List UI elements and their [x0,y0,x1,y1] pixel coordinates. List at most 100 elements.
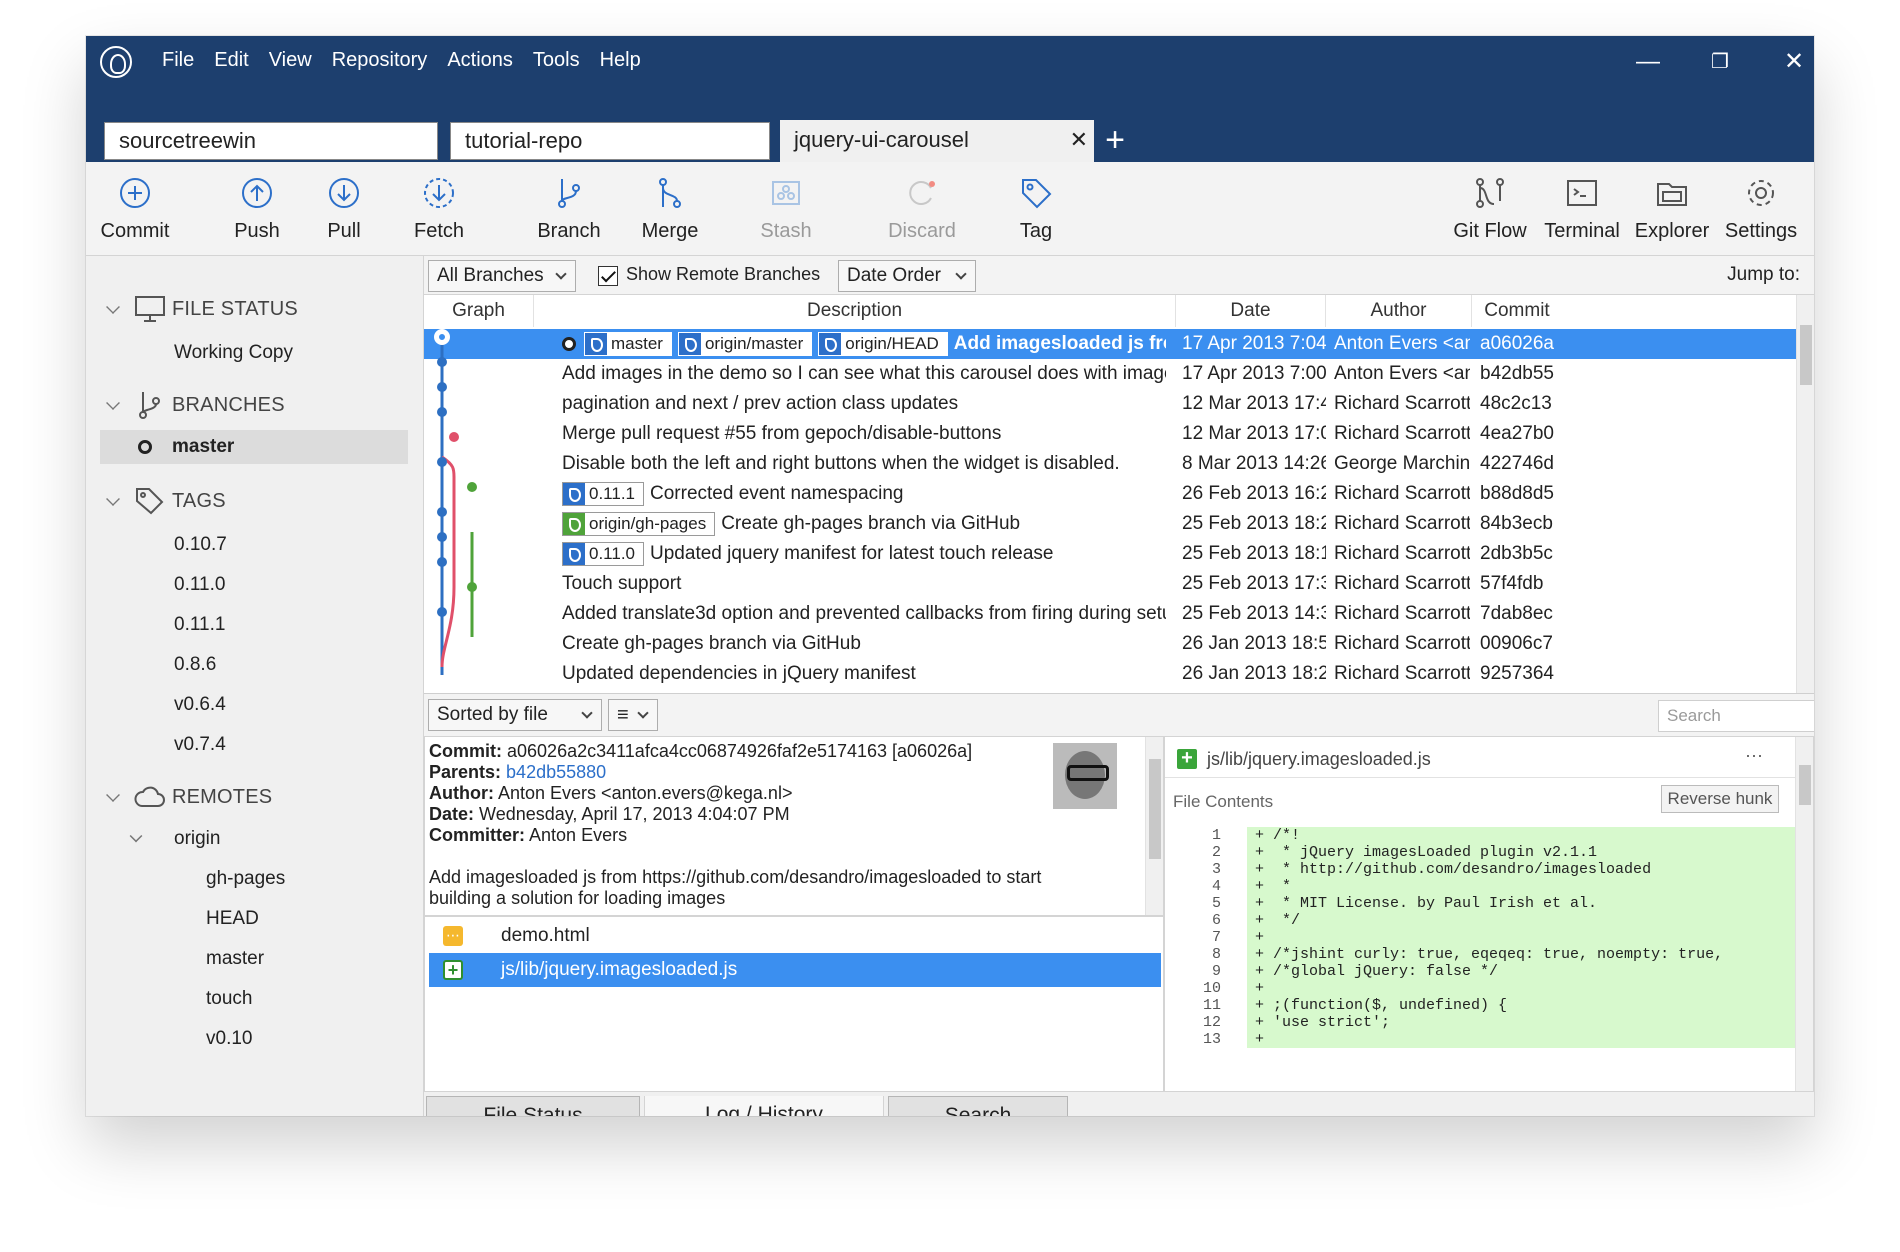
file-row-demo-html[interactable]: ⋯ demo.html [429,919,1161,953]
diff-line[interactable]: 10 + [1165,980,1797,997]
menu-repository[interactable]: Repository [322,49,438,72]
scrollbar-thumb[interactable] [1149,759,1161,859]
diff-line[interactable]: 3 + * http://github.com/desandro/imageslo… [1165,861,1797,878]
diff-line[interactable]: 6 + */ [1165,912,1797,929]
diff-line[interactable]: 11 + ;(function($, undefined) { [1165,997,1797,1014]
branch-label-chip[interactable]: master [584,331,672,356]
order-dropdown[interactable]: Date Order [838,260,976,292]
table-row[interactable]: Merge pull request #55 from gepoch/disab… [424,419,1796,449]
column-header-description[interactable]: Description [534,295,1176,327]
chevron-down-icon[interactable] [106,788,120,802]
branches-dropdown[interactable]: All Branches [428,260,576,292]
table-row[interactable]: origin/gh-pages Create gh-pages branch vi… [424,509,1796,539]
parent-commit-link[interactable]: b42db55880 [506,762,606,782]
table-row[interactable]: Touch support 25 Feb 2013 17:32 Richard Sc… [424,569,1796,599]
branch-label-chip[interactable]: origin/HEAD [818,331,948,356]
branch-label-chip[interactable]: origin/gh-pages [562,511,716,536]
search-input[interactable]: Search [1658,700,1814,732]
diff-line[interactable]: 13 + [1165,1031,1797,1048]
diff-line[interactable]: 2 + * jQuery imagesLoaded plugin v2.1.1 [1165,844,1797,861]
diff-line[interactable]: 5 + * MIT License. by Paul Irish et al. [1165,895,1797,912]
tab-search[interactable]: Search [888,1096,1068,1116]
commit-button[interactable]: Commit [86,162,184,256]
sidebar-item-origin[interactable]: origin [124,822,220,856]
tag-button[interactable]: Tag [996,162,1076,256]
sidebar-item-tag[interactable]: 0.10.7 [174,528,227,562]
minimize-button[interactable]: — [1628,44,1668,80]
push-button[interactable]: Push [212,162,302,256]
diff-line[interactable]: 12 + 'use strict'; [1165,1014,1797,1031]
diff-line[interactable]: 8 + /*jshint curly: true, eqeqeq: true, n… [1165,946,1797,963]
column-header-date[interactable]: Date [1176,295,1326,327]
show-remote-branches-checkbox[interactable] [598,266,618,286]
more-options-icon[interactable]: ··· [1745,745,1763,766]
sidebar-item-remote-branch[interactable]: HEAD [206,902,259,936]
table-row[interactable]: Create gh-pages branch via GitHub 26 Jan … [424,629,1796,659]
reverse-hunk-button[interactable]: Reverse hunk [1661,785,1779,813]
menu-help[interactable]: Help [590,49,651,72]
table-row[interactable]: Updated dependencies in jQuery manifest 2… [424,659,1796,689]
tab-sourcetreewin[interactable]: sourcetreewin [104,122,438,160]
sourcetree-logo-icon[interactable] [100,46,132,78]
tab-tutorial-repo[interactable]: tutorial-repo [450,122,770,160]
view-mode-dropdown[interactable]: ≡ [608,699,658,731]
sidebar-section-tags[interactable]: TAGS [86,482,424,522]
branch-label-chip[interactable]: origin/master [677,331,813,356]
tab-file-status[interactable]: File Status [426,1096,640,1116]
sidebar-item-remote-branch[interactable]: gh-pages [206,862,285,896]
diff-line[interactable]: 4 + * [1165,878,1797,895]
pull-button[interactable]: Pull [302,162,386,256]
chevron-down-icon[interactable] [106,396,120,410]
menu-view[interactable]: View [259,49,322,72]
column-header-author[interactable]: Author [1326,295,1472,327]
sidebar-item-master[interactable]: master [100,430,408,464]
sidebar-item-tag[interactable]: v0.7.4 [174,728,226,762]
sidebar-item-remote-branch[interactable]: master [206,942,264,976]
sidebar-item-tag[interactable]: 0.11.0 [174,568,225,602]
table-row[interactable]: master origin/master origin/HEAD Add images… [424,329,1796,359]
fetch-button[interactable]: Fetch [392,162,486,256]
chevron-down-icon[interactable] [106,300,120,314]
tab-close-icon[interactable]: ✕ [1070,120,1088,160]
add-tab-button[interactable]: + [1098,120,1132,162]
sidebar-section-remotes[interactable]: REMOTES [86,778,424,818]
tab-log-history[interactable]: Log / History [644,1096,884,1116]
table-row[interactable]: Disable both the left and right buttons … [424,449,1796,479]
git-flow-button[interactable]: Git Flow [1444,162,1536,256]
sidebar-item-tag[interactable]: 0.8.6 [174,648,216,682]
commit-list-scrollbar[interactable] [1796,295,1814,693]
branch-button[interactable]: Branch [518,162,620,256]
table-row[interactable]: 0.11.1 Corrected event namespacing 26 Feb … [424,479,1796,509]
sidebar-section-branches[interactable]: BRANCHES [86,386,424,426]
sidebar-item-tag[interactable]: 0.11.1 [174,608,225,642]
sidebar-section-file-status[interactable]: FILE STATUS [86,290,424,330]
diff-scrollbar[interactable] [1795,737,1813,1091]
explorer-button[interactable]: Explorer [1628,162,1716,256]
menu-tools[interactable]: Tools [523,49,590,72]
tag-label-chip[interactable]: 0.11.1 [562,481,645,506]
tab-jquery-ui-carousel[interactable]: jquery-ui-carousel ✕ [780,120,1094,162]
tag-label-chip[interactable]: 0.11.0 [562,541,645,566]
sidebar-item-remote-branch[interactable]: v0.10 [206,1022,252,1056]
settings-button[interactable]: Settings [1716,162,1806,256]
terminal-button[interactable]: Terminal [1536,162,1628,256]
restore-button[interactable]: ❐ [1700,44,1740,80]
menu-file[interactable]: File [152,49,204,72]
column-header-commit[interactable]: Commit [1472,295,1562,327]
file-row-jquery-imagesloaded[interactable]: + js/lib/jquery.imagesloaded.js [429,953,1161,987]
table-row[interactable]: 0.11.0 Updated jquery manifest for latest… [424,539,1796,569]
details-scrollbar[interactable] [1145,737,1163,915]
file-sort-dropdown[interactable]: Sorted by file status [428,699,602,755]
merge-button[interactable]: Merge [620,162,720,256]
table-row[interactable]: Added translate3d option and prevented c… [424,599,1796,629]
discard-button[interactable]: Discard [866,162,978,256]
close-window-button[interactable]: ✕ [1774,44,1814,80]
sidebar-item-remote-branch[interactable]: touch [206,982,252,1016]
table-row[interactable]: Add images in the demo so I can see what… [424,359,1796,389]
jump-to-label[interactable]: Jump to: [1727,264,1800,286]
diff-line[interactable]: 9 + /*global jQuery: false */ [1165,963,1797,980]
sidebar-item-working-copy[interactable]: Working Copy [174,336,293,370]
chevron-down-icon[interactable] [106,492,120,506]
column-header-graph[interactable]: Graph [424,295,534,327]
sidebar-item-tag[interactable]: v0.6.4 [174,688,226,722]
